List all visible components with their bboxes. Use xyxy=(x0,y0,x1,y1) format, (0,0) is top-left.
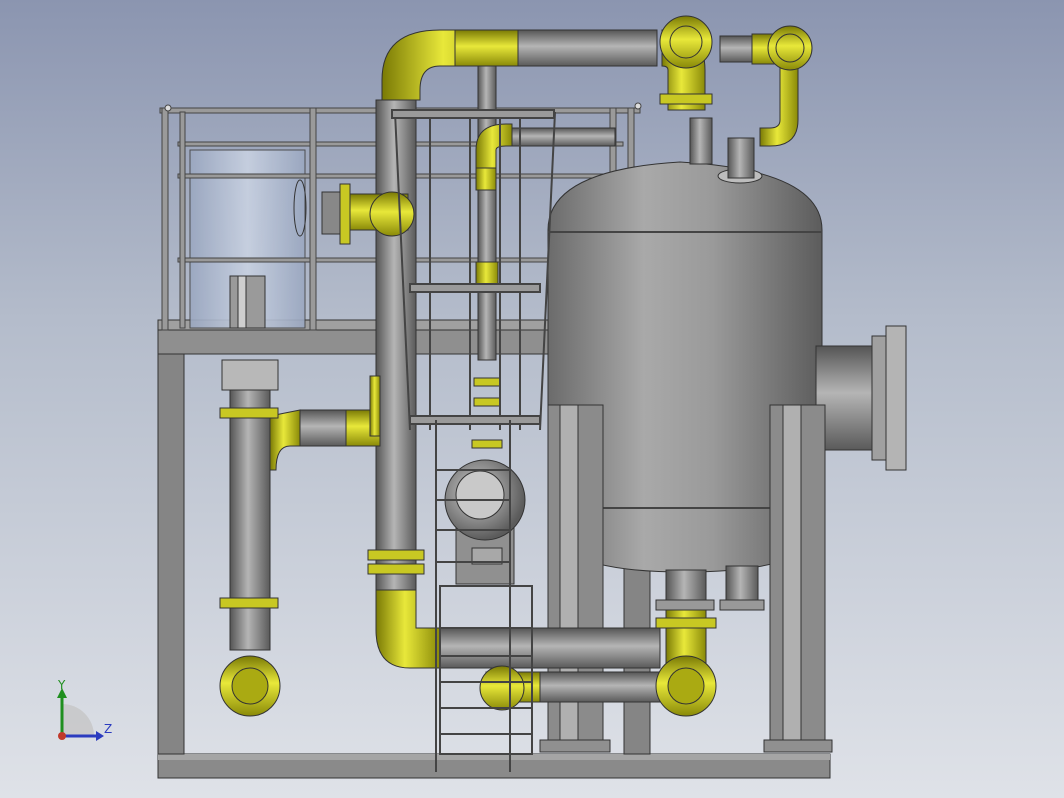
triad-y-label: Y xyxy=(58,678,66,692)
vessel-side-nozzle xyxy=(815,325,907,471)
pump xyxy=(444,459,526,585)
equipment-model xyxy=(57,15,907,779)
triad-z-label: Z xyxy=(104,722,113,736)
coordinate-triad-icon xyxy=(57,688,104,741)
cad-viewport[interactable]: Y Z xyxy=(0,0,1064,798)
